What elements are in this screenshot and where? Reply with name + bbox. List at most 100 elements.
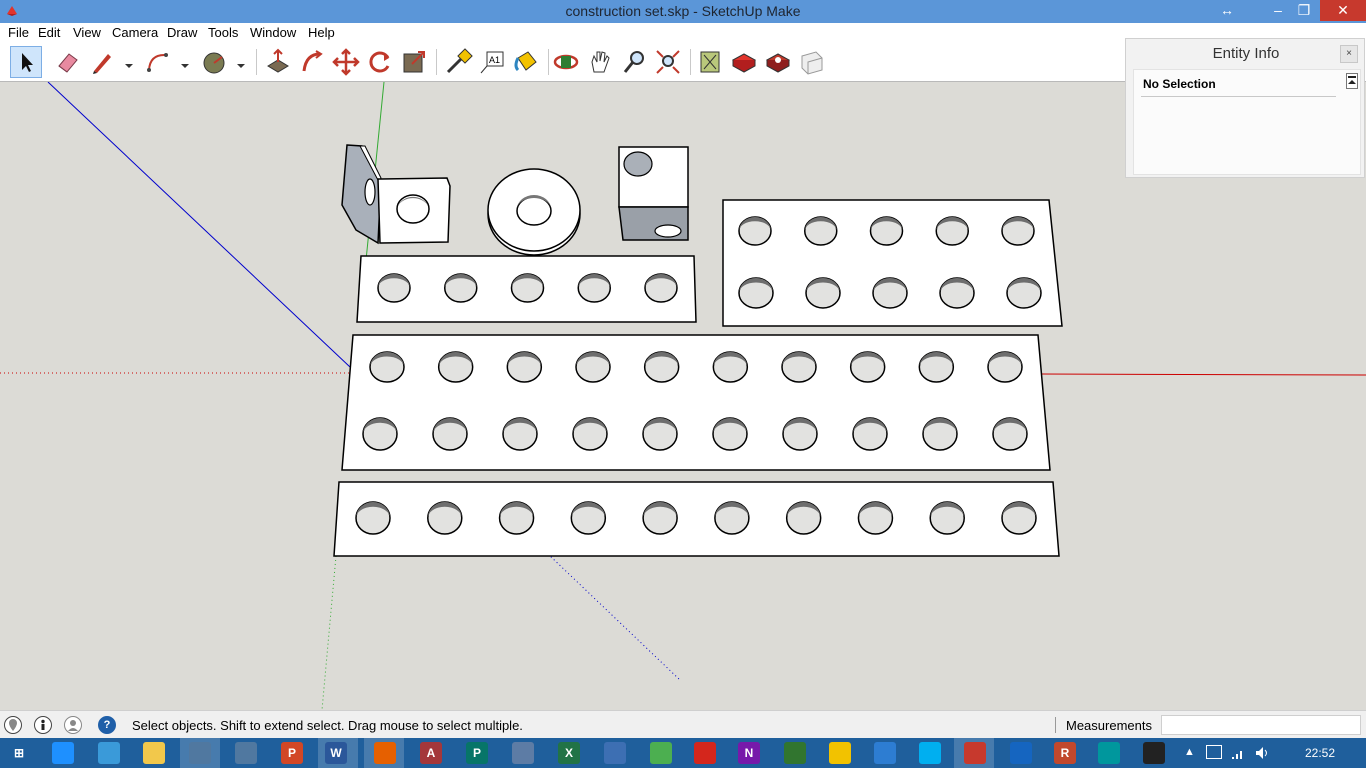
chevron-down-icon[interactable] [176,46,194,78]
scale-icon[interactable] [398,46,430,78]
blue-axis-negative [547,553,681,681]
resize-icon[interactable]: ↔ [1214,0,1240,21]
status-divider [1055,717,1056,733]
project-icon[interactable] [784,742,806,764]
measurements-input[interactable] [1161,715,1361,735]
menu-draw[interactable]: Draw [167,25,197,40]
sketchup-layout-icon[interactable] [189,742,211,764]
measurements-label: Measurements [1066,718,1152,733]
green-axis-negative [321,555,337,710]
warehouse-icon[interactable] [694,46,726,78]
calculator-icon[interactable] [604,742,626,764]
powerpoint-icon[interactable]: P [281,742,303,764]
menu-view[interactable]: View [73,25,101,40]
eraser-icon[interactable] [52,46,84,78]
arc-icon[interactable] [142,46,174,78]
chevron-down-icon[interactable] [232,46,250,78]
acrobat-icon[interactable] [694,742,716,764]
show-hidden-icons[interactable]: ▲ [1184,746,1195,758]
start-icon[interactable]: ⊞ [8,742,30,764]
publisher-icon[interactable]: P [466,742,488,764]
volume-icon[interactable] [1254,745,1270,761]
menu-file[interactable]: File [8,25,29,40]
inkscape-icon[interactable] [1143,742,1165,764]
credits-icon[interactable] [34,716,52,734]
access-icon[interactable]: A [420,742,442,764]
text-icon[interactable]: A1 [476,46,508,78]
entity-info-body: No Selection [1133,69,1361,175]
status-bar: ? Select objects. Shift to extend select… [0,710,1366,738]
title-bar: construction set.skp - SketchUp Make ↔ –… [0,0,1366,23]
clock: 22:52 [1304,746,1336,760]
selection-label: No Selection [1143,77,1216,91]
network-icon[interactable] [98,742,120,764]
chrome-icon[interactable] [650,742,672,764]
svg-text:A1: A1 [489,55,500,65]
push-pull-icon[interactable] [262,46,294,78]
entity-info-panel: Entity Info × No Selection [1125,38,1365,178]
select-icon[interactable] [10,46,42,78]
window-title: construction set.skp - SketchUp Make [565,3,801,19]
zoom-icon[interactable] [618,46,650,78]
toolbar-divider [690,49,691,75]
toolbar-divider [256,49,257,75]
tape-measure-icon[interactable] [442,46,474,78]
sketchup-style-icon[interactable] [235,742,257,764]
settings-icon[interactable] [874,742,896,764]
zoom-extents-icon[interactable] [652,46,684,78]
paint-bucket-icon[interactable] [510,46,542,78]
plate-20-hole-2-rows[interactable] [341,334,1051,471]
remote-desktop-icon[interactable] [512,742,534,764]
restore-button[interactable]: ❐ [1292,0,1316,21]
follow-me-icon[interactable] [296,46,328,78]
menu-help[interactable]: Help [308,25,335,40]
washer-part[interactable] [487,168,581,256]
toolbar-divider [436,49,437,75]
internet-explorer-icon[interactable] [52,742,74,764]
r-icon[interactable]: R [1054,742,1076,764]
close-icon[interactable]: × [1340,45,1358,63]
menu-camera[interactable]: Camera [112,25,158,40]
menu-edit[interactable]: Edit [38,25,60,40]
word-icon[interactable]: W [325,742,347,764]
pencil-icon[interactable] [86,46,118,78]
sketchup-icon[interactable] [964,742,986,764]
minimize-button[interactable]: – [1266,0,1290,21]
plate-10-hole[interactable] [333,481,1060,557]
orbit-icon[interactable] [550,46,582,78]
red-axis [1039,373,1366,376]
wifi-icon[interactable] [1230,745,1246,761]
blue-axis [47,82,351,368]
extension-icon[interactable] [728,46,760,78]
layout-icon[interactable] [796,46,828,78]
move-icon[interactable] [330,46,362,78]
skype-icon[interactable] [919,742,941,764]
menu-tools[interactable]: Tools [208,25,238,40]
sticky-notes-icon[interactable] [829,742,851,764]
l-bracket-part[interactable] [341,144,451,245]
ccleaner-icon[interactable] [1010,742,1032,764]
help-icon[interactable]: ? [98,716,116,734]
plate-5-hole[interactable] [356,255,697,323]
user-icon[interactable] [64,716,82,734]
plate-10-hole-2-rows[interactable] [722,199,1063,327]
taskbar: ⊞ P W A P X N R ▲ 22:52 [0,738,1366,768]
rotate-icon[interactable] [364,46,396,78]
onenote-icon[interactable]: N [738,742,760,764]
pan-icon[interactable] [584,46,616,78]
entity-info-title: Entity Info [1212,45,1280,62]
close-button[interactable]: ✕ [1320,0,1366,21]
paint-icon[interactable] [198,46,230,78]
firefox-icon[interactable] [374,742,396,764]
chevron-down-icon[interactable] [120,46,138,78]
divider [1141,96,1336,97]
file-explorer-icon[interactable] [143,742,165,764]
menu-window[interactable]: Window [250,25,296,40]
collapse-icon[interactable] [1346,73,1358,89]
flag-icon[interactable] [1206,745,1222,759]
cube-block-part[interactable] [618,146,689,241]
arduino-icon[interactable] [1098,742,1120,764]
components-icon[interactable] [762,46,794,78]
excel-icon[interactable]: X [558,742,580,764]
geo-location-icon[interactable] [4,716,22,734]
